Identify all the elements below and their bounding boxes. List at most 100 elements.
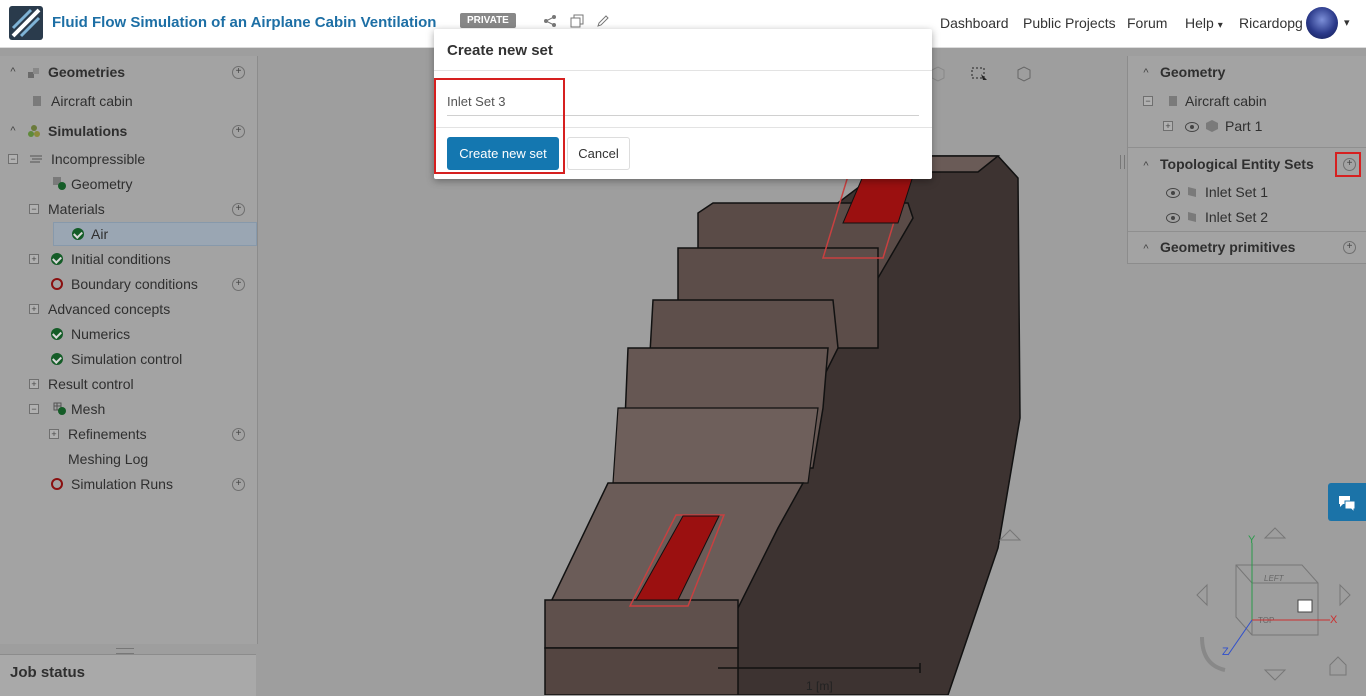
expand-icon[interactable]: +: [49, 429, 59, 439]
tree-item-materials[interactable]: Materials: [48, 198, 105, 220]
share-icon[interactable]: [543, 14, 557, 28]
perspective-icon[interactable]: [931, 66, 945, 82]
collapse-icon[interactable]: −: [8, 154, 18, 164]
tree-item-aircraft-cabin[interactable]: Aircraft cabin: [51, 90, 133, 112]
axis-y-label: Y: [1248, 534, 1256, 546]
nav-dashboard[interactable]: Dashboard: [940, 15, 1009, 31]
input-highlight: [434, 78, 565, 174]
home-icon[interactable]: [1329, 656, 1347, 676]
tree-item-air[interactable]: Air: [91, 223, 108, 245]
chat-icon: [1339, 496, 1356, 514]
add-primitive-button[interactable]: +: [1343, 241, 1356, 254]
expand-icon[interactable]: ^: [1142, 244, 1150, 255]
collapse-icon[interactable]: ^: [9, 126, 17, 137]
tree-item-advanced-concepts[interactable]: Advanced concepts: [48, 298, 170, 320]
scene-tree-panel: ^ Geometry − Aircraft cabin + Part 1 ^ T…: [1127, 56, 1366, 264]
nav-public-projects[interactable]: Public Projects: [1023, 15, 1116, 31]
box-select-icon[interactable]: [971, 67, 987, 80]
nav-help[interactable]: Help ▾: [1185, 15, 1223, 31]
incompressible-icon: [30, 155, 42, 163]
chat-button[interactable]: [1328, 483, 1366, 521]
tree-item-simulation-runs[interactable]: Simulation Runs: [71, 473, 173, 495]
chevron-down-icon[interactable]: ▾: [1344, 16, 1350, 29]
face-set-icon: [1188, 212, 1196, 222]
private-badge: PRIVATE: [460, 13, 516, 28]
expand-icon[interactable]: +: [29, 379, 39, 389]
simulation-tree-panel: ^ Geometries + Aircraft cabin ^ Simulati…: [0, 56, 258, 644]
cancel-button[interactable]: Cancel: [567, 137, 630, 170]
navigation-gizmo[interactable]: LEFT TOP Y X Z: [1190, 525, 1366, 695]
simscale-logo[interactable]: [9, 6, 43, 40]
rp-inlet-set-1[interactable]: Inlet Set 1: [1205, 181, 1268, 203]
panel-resize-handle[interactable]: [1120, 155, 1125, 169]
check-icon: [72, 228, 84, 240]
tree-item-boundary-conditions[interactable]: Boundary conditions: [71, 273, 198, 295]
collapse-icon[interactable]: ^: [1142, 161, 1150, 172]
collapse-icon[interactable]: −: [1143, 96, 1153, 106]
expand-icon[interactable]: +: [29, 254, 39, 264]
face-set-icon: [1188, 187, 1196, 197]
mesh-icon: [53, 402, 66, 415]
view-cube-icon[interactable]: [1017, 66, 1031, 82]
warning-icon: [51, 278, 63, 290]
expand-icon[interactable]: +: [1163, 121, 1173, 131]
copy-icon[interactable]: [570, 14, 584, 28]
nav-help-label: Help: [1185, 15, 1214, 31]
nav-forum[interactable]: Forum: [1127, 15, 1167, 31]
geometry-part-icon: [1169, 96, 1177, 106]
user-name[interactable]: Ricardopg: [1239, 15, 1303, 31]
add-boundary-condition-button[interactable]: +: [232, 278, 245, 291]
add-refinement-button[interactable]: +: [232, 428, 245, 441]
check-icon: [51, 353, 63, 365]
eye-icon[interactable]: [1166, 213, 1180, 223]
edit-icon[interactable]: [596, 14, 610, 28]
simulations-icon: [28, 125, 40, 137]
tree-item-initial-conditions[interactable]: Initial conditions: [71, 248, 171, 270]
dialog-divider: [434, 70, 932, 71]
rp-part-1[interactable]: Part 1: [1225, 115, 1262, 137]
tree-item-numerics[interactable]: Numerics: [71, 323, 130, 345]
axis-z-label: Z: [1222, 646, 1229, 658]
geometries-label[interactable]: Geometries: [48, 61, 125, 83]
eye-icon[interactable]: [1166, 188, 1180, 198]
tree-item-incompressible[interactable]: Incompressible: [51, 148, 145, 170]
rotate-right-icon[interactable]: [1339, 583, 1351, 607]
add-simulation-button[interactable]: +: [232, 125, 245, 138]
add-material-button[interactable]: +: [232, 203, 245, 216]
rp-aircraft-cabin[interactable]: Aircraft cabin: [1185, 90, 1267, 112]
axis-x-label: X: [1330, 614, 1338, 626]
geometries-icon: [28, 68, 39, 78]
check-icon: [51, 328, 63, 340]
tree-item-meshing-log[interactable]: Meshing Log: [68, 448, 148, 470]
geometry-section-label[interactable]: Geometry: [1160, 61, 1225, 83]
tree-item-geometry[interactable]: Geometry: [71, 173, 132, 195]
expand-icon[interactable]: +: [29, 304, 39, 314]
geometry-part-icon: [33, 96, 41, 106]
topological-entity-sets-label[interactable]: Topological Entity Sets: [1160, 153, 1314, 175]
collapse-icon[interactable]: ^: [1142, 68, 1150, 79]
project-title[interactable]: Fluid Flow Simulation of an Airplane Cab…: [52, 14, 436, 31]
section-divider: [1128, 231, 1366, 232]
job-status-panel[interactable]: Job status: [0, 654, 256, 696]
simulations-label[interactable]: Simulations: [48, 120, 127, 142]
tree-item-simulation-control[interactable]: Simulation control: [71, 348, 182, 370]
collapse-icon[interactable]: −: [29, 204, 39, 214]
section-divider: [1128, 147, 1366, 148]
avatar[interactable]: [1306, 7, 1338, 39]
tree-item-refinements[interactable]: Refinements: [68, 423, 147, 445]
navigation-cube[interactable]: [998, 529, 1022, 541]
job-status-label: Job status: [10, 664, 86, 681]
geometry-primitives-label[interactable]: Geometry primitives: [1160, 236, 1295, 258]
rotate-down-icon[interactable]: [1263, 669, 1287, 681]
collapse-icon[interactable]: −: [29, 404, 39, 414]
rp-inlet-set-2[interactable]: Inlet Set 2: [1205, 206, 1268, 228]
eye-icon[interactable]: [1185, 122, 1199, 132]
tree-item-mesh[interactable]: Mesh: [71, 398, 105, 420]
add-simulation-run-button[interactable]: +: [232, 478, 245, 491]
tree-item-result-control[interactable]: Result control: [48, 373, 134, 395]
rotate-left-icon[interactable]: [1196, 583, 1208, 607]
add-geometry-button[interactable]: +: [232, 66, 245, 79]
collapse-icon[interactable]: ^: [9, 67, 17, 78]
rotate-up-icon[interactable]: [1263, 527, 1287, 539]
check-icon: [51, 253, 63, 265]
